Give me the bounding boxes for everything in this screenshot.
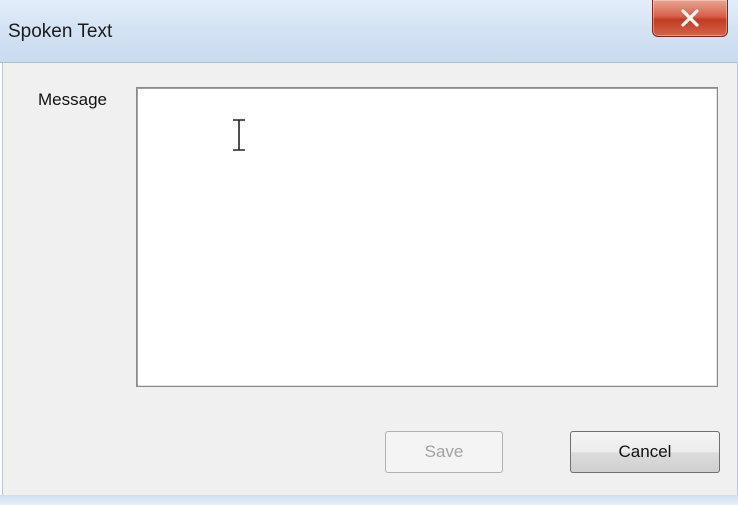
close-button[interactable]	[652, 0, 728, 37]
window-frame-bottom	[0, 495, 738, 505]
message-label: Message	[38, 90, 107, 109]
window-title: Spoken Text	[8, 21, 113, 42]
save-button[interactable]: Save	[385, 431, 503, 473]
close-icon	[681, 9, 699, 27]
message-textarea[interactable]	[136, 87, 718, 387]
text-cursor-icon	[233, 119, 245, 151]
title-bar[interactable]: Spoken Text	[0, 0, 738, 63]
cancel-button[interactable]: Cancel	[570, 431, 720, 473]
spoken-text-dialog: Spoken Text Message Save Cancel	[0, 0, 738, 505]
